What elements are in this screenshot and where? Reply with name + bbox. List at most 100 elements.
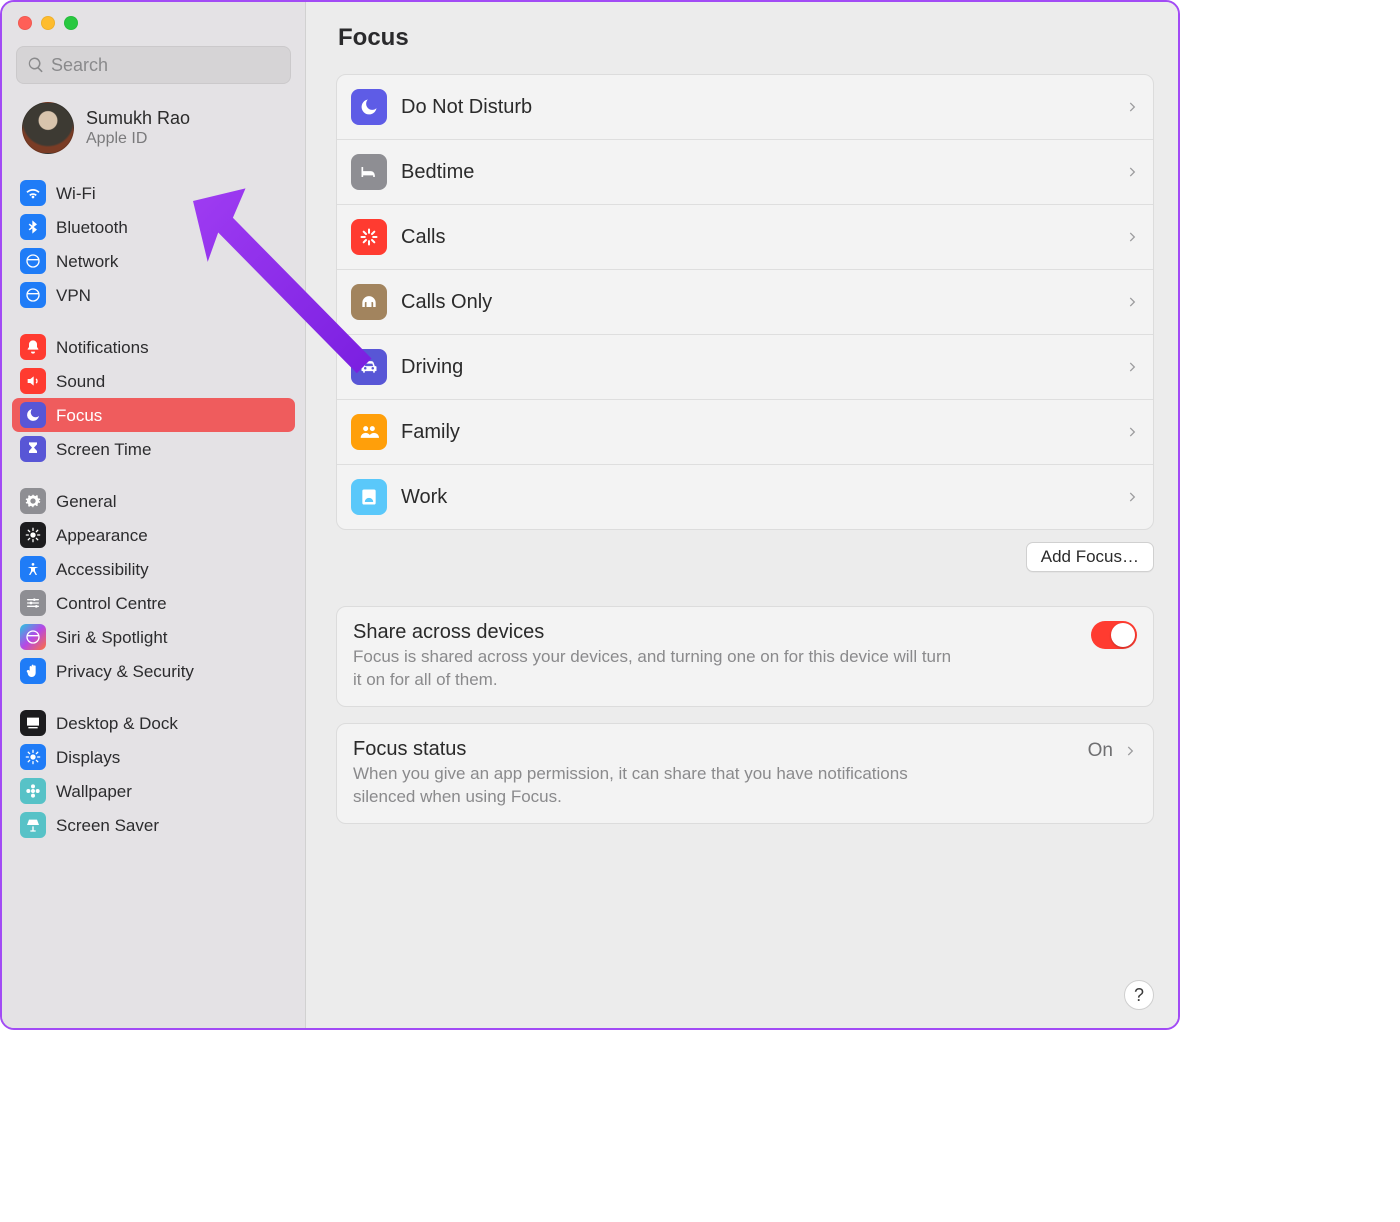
sidebar-item-general[interactable]: General — [12, 484, 295, 518]
gear-icon — [20, 488, 46, 514]
chevron-right-icon — [1125, 425, 1139, 439]
chevron-right-icon — [1125, 295, 1139, 309]
sidebar-item-label: Sound — [56, 373, 105, 390]
focus-row-label: Do Not Disturb — [401, 96, 1111, 119]
sidebar-item-vpn[interactable]: VPN — [12, 278, 295, 312]
sidebar-item-wifi[interactable]: Wi-Fi — [12, 176, 295, 210]
sidebar: Search Sumukh Rao Apple ID Wi-Fi Bluetoo… — [2, 2, 306, 1028]
add-focus-button[interactable]: Add Focus… — [1026, 542, 1154, 572]
vpn-icon — [20, 282, 46, 308]
sidebar-item-bluetooth[interactable]: Bluetooth — [12, 210, 295, 244]
sidebar-item-label: Control Centre — [56, 595, 167, 612]
sidebar-item-label: Privacy & Security — [56, 663, 194, 680]
search-input[interactable]: Search — [16, 46, 291, 84]
sidebar-item-apple-id[interactable]: Sumukh Rao Apple ID — [12, 98, 295, 172]
dock-icon — [20, 710, 46, 736]
focus-row-bedtime[interactable]: Bedtime — [337, 139, 1153, 204]
sliders-icon — [20, 590, 46, 616]
siri-icon — [20, 624, 46, 650]
chevron-right-icon — [1125, 490, 1139, 504]
sidebar-item-focus[interactable]: Focus — [12, 398, 295, 432]
sidebar-item-privacy-security[interactable]: Privacy & Security — [12, 654, 295, 688]
focus-row-calls[interactable]: Calls — [337, 204, 1153, 269]
chevron-right-icon — [1123, 744, 1137, 758]
sidebar-item-label: Siri & Spotlight — [56, 629, 168, 646]
sidebar-item-label: Displays — [56, 749, 120, 766]
hand-icon — [20, 658, 46, 684]
share-across-devices-toggle[interactable] — [1091, 621, 1137, 649]
sidebar-item-label: Appearance — [56, 527, 148, 544]
sidebar-item-desktop-dock[interactable]: Desktop & Dock — [12, 706, 295, 740]
sidebar-item-label: Desktop & Dock — [56, 715, 178, 732]
focus-status-title: Focus status — [353, 738, 1074, 761]
displays-icon — [20, 744, 46, 770]
bell-icon — [20, 334, 46, 360]
focus-row-label: Work — [401, 486, 1111, 509]
sidebar-item-label: Focus — [56, 407, 102, 424]
settings-window: Search Sumukh Rao Apple ID Wi-Fi Bluetoo… — [0, 0, 1180, 1030]
sidebar-group: Wi-Fi Bluetooth Network VPN — [12, 172, 295, 316]
help-button[interactable]: ? — [1124, 980, 1154, 1010]
car-icon — [351, 349, 387, 385]
share-across-devices-card: Share across devices Focus is shared acr… — [336, 606, 1154, 707]
speaker-icon — [20, 368, 46, 394]
sidebar-group: Desktop & Dock Displays Wallpaper Screen… — [12, 702, 295, 846]
screensaver-icon — [20, 812, 46, 838]
focus-row-label: Calls Only — [401, 291, 1111, 314]
headphones-icon — [351, 284, 387, 320]
sidebar-item-label: Wi-Fi — [56, 185, 96, 202]
maximize-window-button[interactable] — [64, 16, 78, 30]
moon-icon — [20, 402, 46, 428]
sidebar-item-network[interactable]: Network — [12, 244, 295, 278]
window-controls — [12, 2, 295, 46]
main-panel: Focus Do Not Disturb Bedtime Calls Calls… — [306, 2, 1178, 1028]
sidebar-item-sound[interactable]: Sound — [12, 364, 295, 398]
sidebar-item-label: General — [56, 493, 116, 510]
sidebar-group: General Appearance Accessibility Control… — [12, 480, 295, 692]
sidebar-item-label: Accessibility — [56, 561, 149, 578]
sidebar-item-appearance[interactable]: Appearance — [12, 518, 295, 552]
focus-status-card[interactable]: Focus status When you give an app permis… — [336, 723, 1154, 824]
accessibility-icon — [20, 556, 46, 582]
appearance-icon — [20, 522, 46, 548]
minimize-window-button[interactable] — [41, 16, 55, 30]
bed-icon — [351, 154, 387, 190]
focus-modes-list: Do Not Disturb Bedtime Calls Calls Only — [336, 74, 1154, 530]
network-icon — [20, 248, 46, 274]
sidebar-item-screen-time[interactable]: Screen Time — [12, 432, 295, 466]
sidebar-item-siri-spotlight[interactable]: Siri & Spotlight — [12, 620, 295, 654]
sidebar-item-screen-saver[interactable]: Screen Saver — [12, 808, 295, 842]
chevron-right-icon — [1125, 165, 1139, 179]
search-icon — [27, 56, 45, 74]
sidebar-group: Notifications Sound Focus Screen Time — [12, 326, 295, 470]
chevron-right-icon — [1125, 100, 1139, 114]
wifi-icon — [20, 180, 46, 206]
asterisk-icon — [351, 219, 387, 255]
sidebar-item-label: Network — [56, 253, 118, 270]
hourglass-icon — [20, 436, 46, 462]
chevron-right-icon — [1125, 360, 1139, 374]
sidebar-item-wallpaper[interactable]: Wallpaper — [12, 774, 295, 808]
wallpaper-icon — [20, 778, 46, 804]
focus-row-label: Family — [401, 421, 1111, 444]
account-subtitle: Apple ID — [86, 130, 190, 148]
focus-row-driving[interactable]: Driving — [337, 334, 1153, 399]
focus-status-description: When you give an app permission, it can … — [353, 763, 953, 809]
focus-row-label: Calls — [401, 226, 1111, 249]
focus-row-do-not-disturb[interactable]: Do Not Disturb — [337, 75, 1153, 139]
sidebar-item-displays[interactable]: Displays — [12, 740, 295, 774]
focus-row-calls-only[interactable]: Calls Only — [337, 269, 1153, 334]
sidebar-item-control-centre[interactable]: Control Centre — [12, 586, 295, 620]
close-window-button[interactable] — [18, 16, 32, 30]
sidebar-item-notifications[interactable]: Notifications — [12, 330, 295, 364]
sidebar-item-label: Notifications — [56, 339, 149, 356]
focus-row-family[interactable]: Family — [337, 399, 1153, 464]
bluetooth-icon — [20, 214, 46, 240]
sidebar-item-label: Wallpaper — [56, 783, 132, 800]
chevron-right-icon — [1125, 230, 1139, 244]
account-name: Sumukh Rao — [86, 108, 190, 130]
sidebar-item-accessibility[interactable]: Accessibility — [12, 552, 295, 586]
focus-row-label: Driving — [401, 356, 1111, 379]
badge-icon — [351, 479, 387, 515]
focus-row-work[interactable]: Work — [337, 464, 1153, 529]
